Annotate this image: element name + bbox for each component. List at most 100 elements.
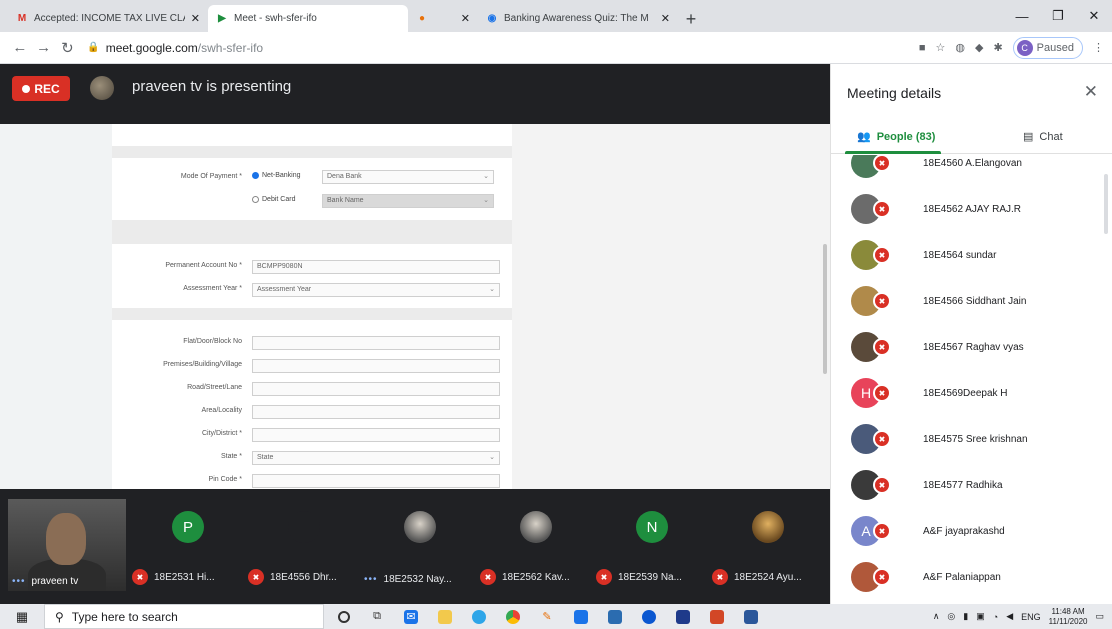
participant-name: 18E4575 Sree krishnan xyxy=(923,433,1028,445)
area-input[interactable] xyxy=(252,405,500,419)
file-explorer-icon[interactable] xyxy=(438,609,452,624)
language-indicator[interactable]: ENG xyxy=(1021,612,1041,622)
restore-icon[interactable]: ❐ xyxy=(1040,0,1076,32)
camera-icon[interactable]: ■ xyxy=(919,42,926,54)
display-icon[interactable]: ▣ xyxy=(976,611,985,622)
photos-icon[interactable] xyxy=(676,609,690,624)
clock-date: 11/11/2020 xyxy=(1048,616,1088,626)
premises-input[interactable] xyxy=(252,359,500,373)
cortana-icon[interactable] xyxy=(338,610,350,623)
presenting-text: praveen tv is presenting xyxy=(132,78,292,95)
search-placeholder: Type here to search xyxy=(71,609,178,624)
participant-tile[interactable]: ✖ 18E2524 Ayu... xyxy=(710,499,826,591)
list-item[interactable]: ✖ 18E4562 AJAY RAJ.R xyxy=(831,187,1112,231)
close-tab-icon[interactable]: ✕ xyxy=(461,12,470,25)
assessment-year-select[interactable]: Assessment Year ⌄ xyxy=(252,283,500,297)
store-icon[interactable] xyxy=(574,609,588,624)
word-icon[interactable] xyxy=(744,609,758,624)
tab-gmail[interactable]: M Accepted: INCOME TAX LIVE CLA ✕ xyxy=(8,5,208,32)
close-tab-icon[interactable]: ✕ xyxy=(191,12,200,25)
mail-icon[interactable]: ✉ xyxy=(404,609,418,624)
list-item[interactable]: ✖ 18E4577 Radhika xyxy=(831,463,1112,507)
bank-name-select[interactable]: Bank Name ⌄ xyxy=(322,194,494,208)
star-icon[interactable]: ☆ xyxy=(936,41,946,54)
close-icon[interactable]: ✕ xyxy=(1084,82,1098,102)
participant-tile[interactable]: P ✖ 18E2531 Hi... xyxy=(130,499,246,591)
field-label: Area/Locality xyxy=(201,407,242,414)
chrome-icon[interactable] xyxy=(506,609,520,624)
participant-tile[interactable]: ✖ 18E4556 Dhr... xyxy=(246,499,362,591)
extension-icon[interactable]: ◍ xyxy=(955,41,965,54)
flat-input[interactable] xyxy=(252,336,500,350)
meet-icon: ▶ xyxy=(218,13,226,24)
list-item[interactable]: H ✖ 18E4569Deepak H xyxy=(831,371,1112,415)
mic-off-icon: ✖ xyxy=(873,338,891,356)
tab-meet[interactable]: ▶ Meet - swh-sfer-ifo xyxy=(208,5,408,32)
lock-icon[interactable]: 🔒 xyxy=(87,42,99,53)
participant-name: A&F Palaniappan xyxy=(923,571,1001,583)
road-input[interactable] xyxy=(252,382,500,396)
tab-quiz[interactable]: ◉ Banking Awareness Quiz: The M ✕ xyxy=(478,5,678,32)
profile-button[interactable]: C Paused xyxy=(1012,36,1083,59)
search-input[interactable]: ⚲ Type here to search xyxy=(44,604,324,629)
reload-icon[interactable]: ↻ xyxy=(56,39,80,57)
pin-input[interactable] xyxy=(252,474,500,488)
tab-people[interactable]: 👥 People (83) xyxy=(857,130,935,144)
back-icon[interactable]: ← xyxy=(8,39,32,56)
paint-icon[interactable]: ✎ xyxy=(540,610,554,624)
list-item[interactable]: ✖ 18E4566 Siddhant Jain xyxy=(831,279,1112,323)
list-item[interactable]: ✖ 18E4564 sundar xyxy=(831,233,1112,277)
debit-card-radio[interactable]: Debit Card xyxy=(252,196,295,203)
city-input[interactable] xyxy=(252,428,500,442)
windows-start-icon[interactable]: ▦ xyxy=(0,609,44,625)
pan-input[interactable]: BCMPP9080N xyxy=(252,260,500,274)
participant-tile[interactable]: ✖ 18E2562 Kav... xyxy=(478,499,594,591)
url-input[interactable]: 🔒 meet.google.com/swh-sfer-ifo xyxy=(87,36,899,60)
tab-recording[interactable]: ● ✕ xyxy=(408,5,478,32)
presenter-avatar xyxy=(90,76,114,100)
calendar-icon[interactable] xyxy=(608,609,622,624)
menu-icon[interactable]: ⋮ xyxy=(1093,41,1104,54)
close-window-icon[interactable]: ✕ xyxy=(1076,0,1112,32)
notifications-icon[interactable]: ▭ xyxy=(1095,611,1104,622)
profile-status: Paused xyxy=(1036,41,1074,54)
participant-name: ✖ 18E2524 Ayu... xyxy=(712,569,802,585)
more-options-icon: ••• xyxy=(364,574,378,585)
app-icon[interactable] xyxy=(642,609,656,624)
mic-off-icon: ✖ xyxy=(873,568,891,586)
list-item[interactable]: ✖ 18E4567 Raghav vyas xyxy=(831,325,1112,369)
network-icon[interactable]: ◎ xyxy=(947,611,955,622)
clock[interactable]: 11:48 AM 11/11/2020 xyxy=(1049,607,1088,627)
wifi-icon[interactable]: ◔ xyxy=(993,612,998,622)
edge-icon[interactable] xyxy=(472,609,486,624)
scrollbar[interactable] xyxy=(1104,174,1108,234)
close-tab-icon[interactable]: ✕ xyxy=(661,12,670,25)
task-view-icon[interactable]: ⧉ xyxy=(370,610,384,624)
list-item[interactable]: A ✖ A&F jayaprakashd xyxy=(831,509,1112,553)
minimize-icon[interactable]: — xyxy=(1004,0,1040,32)
battery-icon[interactable]: ▮ xyxy=(963,611,968,622)
chevron-up-icon[interactable]: ∧ xyxy=(933,611,940,622)
participant-tile[interactable]: ••• 18E2532 Nay... xyxy=(362,499,478,591)
net-banking-radio[interactable]: Net-Banking xyxy=(252,172,301,179)
rec-label: REC xyxy=(34,81,60,96)
new-tab-button[interactable]: + xyxy=(678,6,704,32)
list-item[interactable]: ✖ 18E4575 Sree krishnan xyxy=(831,417,1112,461)
participant-tile[interactable]: N ✖ 18E2539 Na... xyxy=(594,499,710,591)
avatar xyxy=(752,511,784,543)
list-item[interactable]: ✖ 18E4560 A.Elangovan xyxy=(831,155,1112,185)
puzzle-icon[interactable]: ✱ xyxy=(993,41,1002,54)
clock-time: 11:48 AM xyxy=(1051,606,1085,616)
scrollbar[interactable] xyxy=(823,244,827,374)
powerpoint-icon[interactable] xyxy=(710,609,724,624)
state-select[interactable]: State ⌄ xyxy=(252,451,500,465)
tab-chat[interactable]: ▤ Chat xyxy=(1023,130,1063,144)
bank-select[interactable]: Dena Bank ⌄ xyxy=(322,170,494,184)
self-view-tile[interactable]: ••• praveen tv xyxy=(8,499,126,591)
extension-icon[interactable]: ◆ xyxy=(975,41,983,54)
list-item[interactable]: ✖ A&F Palaniappan xyxy=(831,555,1112,599)
recording-badge[interactable]: REC xyxy=(12,76,70,101)
forward-icon[interactable]: → xyxy=(32,39,56,56)
volume-icon[interactable]: ◀ xyxy=(1006,611,1013,622)
field-label: Flat/Door/Block No xyxy=(183,338,242,345)
